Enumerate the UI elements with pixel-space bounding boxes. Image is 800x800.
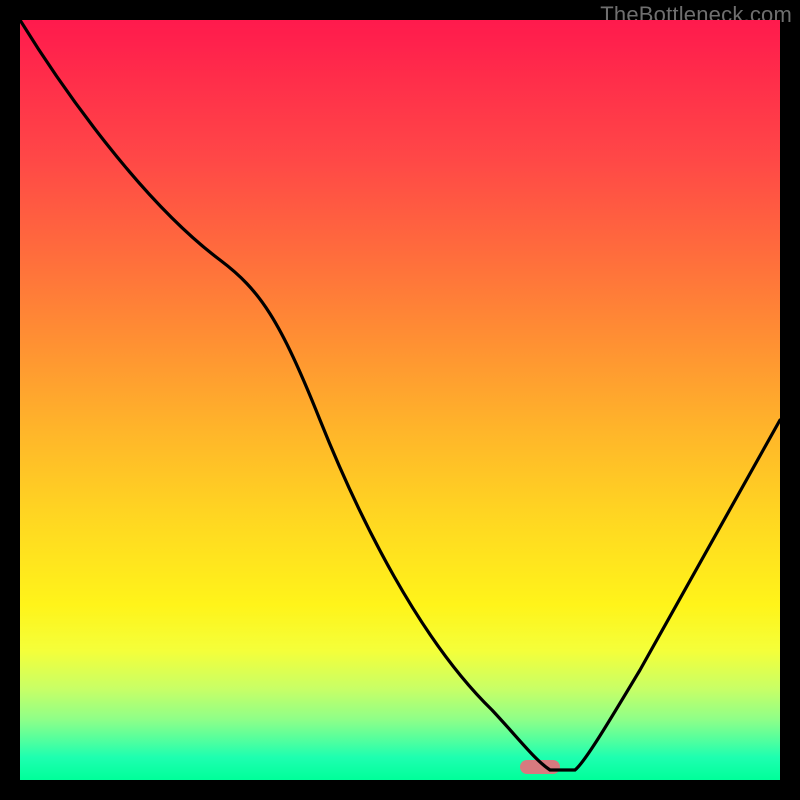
plot-area [20,20,780,780]
optimum-marker [520,760,560,774]
heat-gradient-background [20,20,780,780]
